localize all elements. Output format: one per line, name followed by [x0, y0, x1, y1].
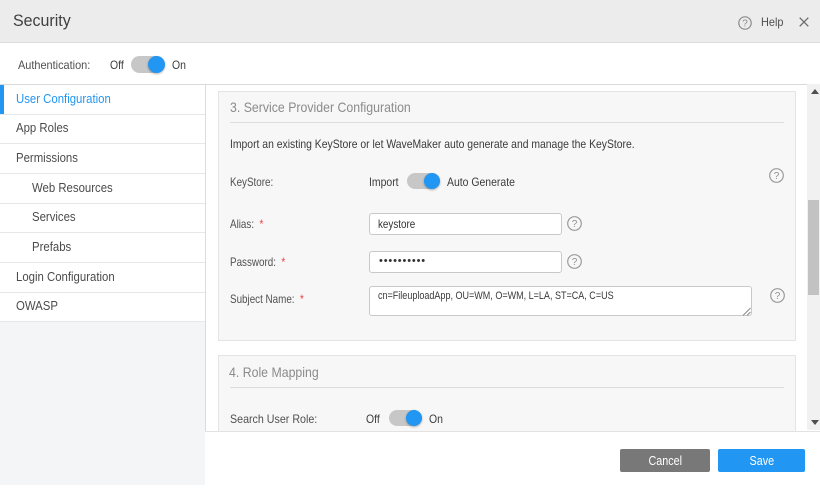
svg-text:?: ? [572, 219, 578, 230]
svg-text:?: ? [572, 257, 578, 268]
svg-text:?: ? [775, 291, 781, 302]
svg-text:?: ? [742, 19, 748, 30]
svg-text:?: ? [774, 171, 780, 182]
